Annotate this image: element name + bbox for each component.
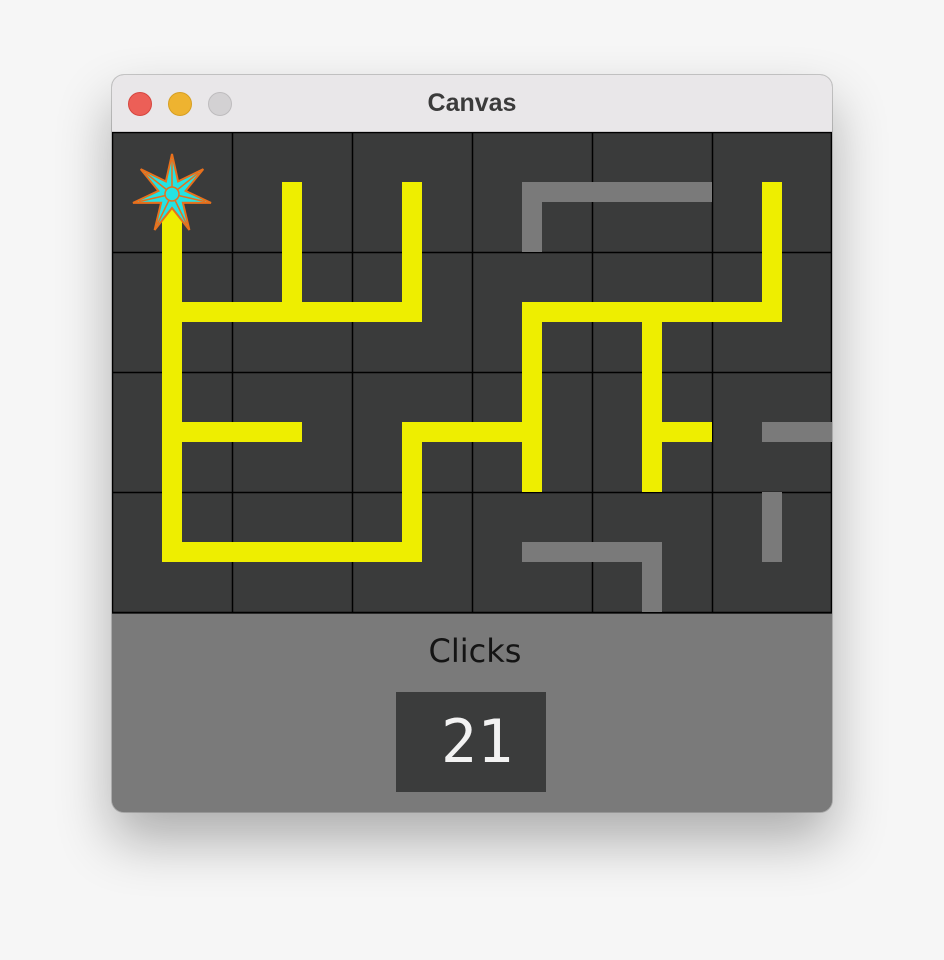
pipe-end-r0-c5 <box>762 182 782 202</box>
title-bar[interactable]: Canvas <box>112 75 832 132</box>
pipe-end-r0-c1 <box>282 182 302 202</box>
pipe-tile-r2-c5[interactable] <box>713 373 832 491</box>
clicks-label: Clicks <box>428 632 522 670</box>
pipe-tile-r2-c1[interactable] <box>232 373 351 491</box>
pipe-tile-r1-c0[interactable] <box>113 252 232 372</box>
pipe-tile-r0-c3[interactable] <box>473 133 592 252</box>
window-title: Canvas <box>427 89 517 117</box>
pipe-tile-r3-c0[interactable] <box>113 492 232 611</box>
pipe-tile-r3-c5[interactable] <box>713 492 831 611</box>
pipe-tile-r3-c3[interactable] <box>473 493 592 611</box>
pipe-tile-r2-c0[interactable] <box>113 372 232 492</box>
clicks-counter: 21 <box>396 692 546 792</box>
pipe-tile-r1-c2[interactable] <box>352 252 471 371</box>
pipe-tile-r1-c1[interactable] <box>232 252 352 371</box>
puzzle-board[interactable] <box>112 132 832 614</box>
pipe-tile-r2-c2[interactable] <box>353 373 472 492</box>
pipe-tile-r3-c4[interactable] <box>592 493 711 612</box>
pipe-end-r0-c2 <box>402 182 422 202</box>
pipe-tile-r1-c5[interactable] <box>712 252 831 371</box>
status-panel: Clicks 21 <box>112 614 832 812</box>
pipe-tile-r1-c4[interactable] <box>592 253 712 372</box>
pipe-tile-r3-c2[interactable] <box>352 492 471 611</box>
pipe-tile-r2-c4[interactable] <box>593 372 712 492</box>
clicks-count: 21 <box>440 707 514 777</box>
pipe-tile-r1-c3[interactable] <box>473 253 592 372</box>
canvas-window: Canvas Clicks 21 <box>112 75 832 812</box>
pipe-tile-r3-c1[interactable] <box>232 493 352 611</box>
pipe-tile-r0-c4[interactable] <box>592 133 712 251</box>
pipe-tile-r2-c3[interactable] <box>472 372 591 492</box>
